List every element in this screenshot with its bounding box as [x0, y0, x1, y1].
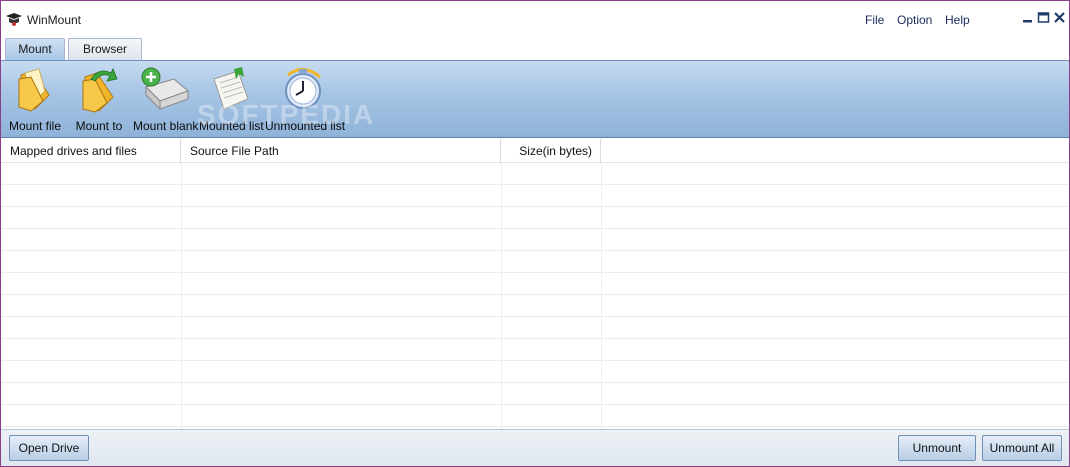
- app-logo-icon: [6, 13, 22, 26]
- unmount-button[interactable]: Unmount: [898, 435, 976, 461]
- app-title: WinMount: [27, 13, 82, 27]
- tab-browser[interactable]: Browser: [68, 38, 142, 60]
- mapped-drives-table[interactable]: Mapped drives and files Source File Path…: [1, 139, 1069, 429]
- table-row: [1, 317, 1069, 339]
- mount-file-label: Mount file: [8, 119, 62, 133]
- table-row: [1, 405, 1069, 427]
- mount-to-label: Mount to: [75, 119, 123, 133]
- table-row: [1, 229, 1069, 251]
- folder-arrow-icon: [82, 68, 118, 113]
- unmounted-list-label: Unmounted list: [265, 119, 346, 133]
- table-header: Mapped drives and files Source File Path…: [1, 139, 1069, 163]
- unmounted-list-button[interactable]: Unmounted list: [265, 65, 346, 137]
- table-row: [1, 383, 1069, 405]
- column-header-source-path[interactable]: Source File Path: [181, 139, 501, 163]
- clock-icon: [285, 68, 321, 109]
- unmount-all-button[interactable]: Unmount All: [982, 435, 1062, 461]
- maximize-icon[interactable]: [1037, 11, 1051, 25]
- drive-add-icon: [141, 67, 189, 111]
- app-window: WinMount File Option Help Mount Browser …: [0, 0, 1070, 467]
- tab-mount[interactable]: Mount: [5, 38, 65, 60]
- mounted-list-label: Mounted list: [199, 119, 264, 133]
- mount-file-button[interactable]: Mount file: [7, 65, 63, 137]
- mount-blank-label: Mount blank: [133, 119, 199, 133]
- table-row: [1, 361, 1069, 383]
- table-row: [1, 339, 1069, 361]
- column-header-mapped[interactable]: Mapped drives and files: [1, 139, 181, 163]
- table-row: [1, 163, 1069, 185]
- open-drive-button[interactable]: Open Drive: [9, 435, 89, 461]
- table-row: [1, 207, 1069, 229]
- menu-file[interactable]: File: [865, 13, 884, 27]
- mounted-list-button[interactable]: Mounted list: [199, 65, 264, 137]
- table-row: [1, 295, 1069, 317]
- table-row: [1, 185, 1069, 207]
- mount-to-button[interactable]: Mount to: [71, 65, 127, 137]
- minimize-icon[interactable]: [1021, 11, 1035, 25]
- table-row: [1, 251, 1069, 273]
- mount-blank-button[interactable]: Mount blank: [133, 65, 199, 137]
- document-list-icon: [213, 67, 249, 110]
- toolbar: Mount file Mount to Mount blank Mounted …: [1, 60, 1069, 138]
- table-row: [1, 273, 1069, 295]
- menu-option[interactable]: Option: [897, 13, 932, 27]
- folder-icon: [18, 68, 50, 112]
- menu-help[interactable]: Help: [945, 13, 970, 27]
- close-icon[interactable]: [1053, 11, 1067, 25]
- title-bar: WinMount File Option Help: [1, 1, 1069, 37]
- table-body: [1, 163, 1069, 429]
- column-header-size[interactable]: Size(in bytes): [501, 139, 601, 163]
- bottom-bar: Open Drive Unmount Unmount All: [1, 429, 1069, 466]
